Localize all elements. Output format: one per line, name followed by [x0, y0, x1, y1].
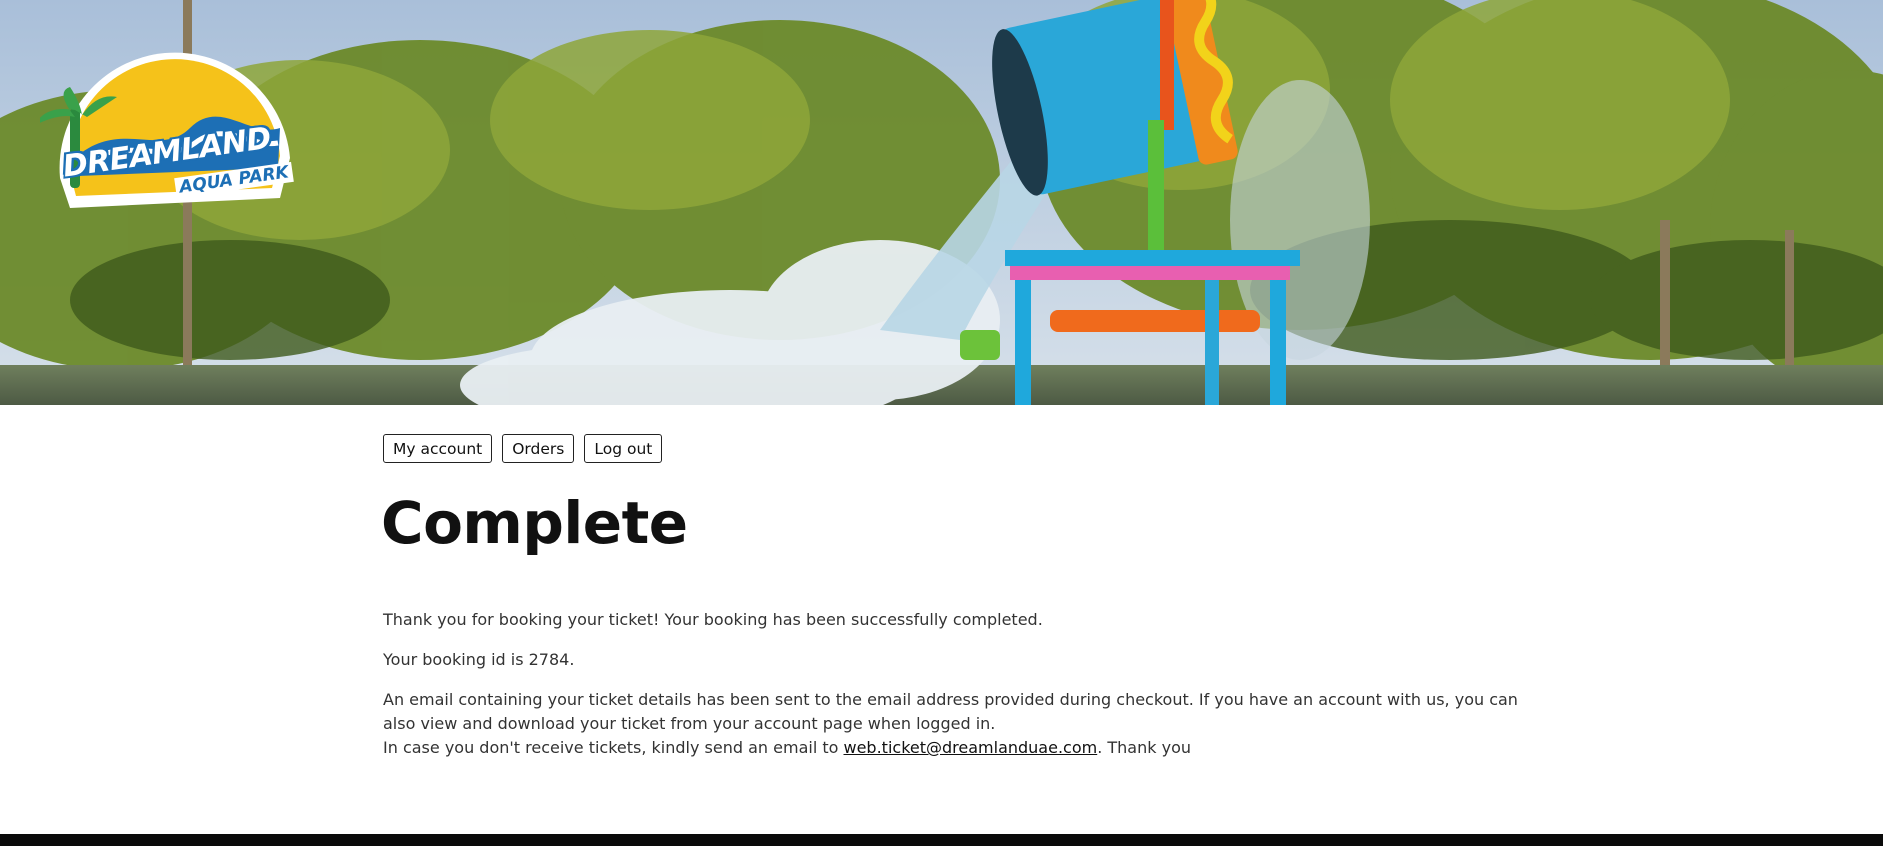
page-title: Complete [381, 489, 688, 557]
email-info-text: An email containing your ticket details … [383, 690, 1518, 733]
thank-you-text: Thank you for booking your ticket! Your … [383, 610, 1043, 629]
account-nav: My account Orders Log out [383, 434, 663, 463]
support-email-link[interactable]: web.ticket@dreamlanduae.com [844, 738, 1098, 757]
support-text: In case you don't receive tickets, kindl… [383, 736, 1533, 760]
log-out-button[interactable]: Log out [584, 434, 663, 463]
support-text-before: In case you don't receive tickets, kindl… [383, 738, 844, 757]
confirmation-message: Thank you for booking your ticket! Your … [383, 608, 1533, 776]
support-text-after: . Thank you [1097, 738, 1191, 757]
orders-button[interactable]: Orders [502, 434, 575, 463]
my-account-button[interactable]: My account [383, 434, 493, 463]
booking-id-text: Your booking id is 2784. [383, 650, 575, 669]
footer-bar [0, 834, 1883, 846]
dreamland-logo[interactable]: DREAMLAND AQUA PARK [35, 48, 300, 208]
